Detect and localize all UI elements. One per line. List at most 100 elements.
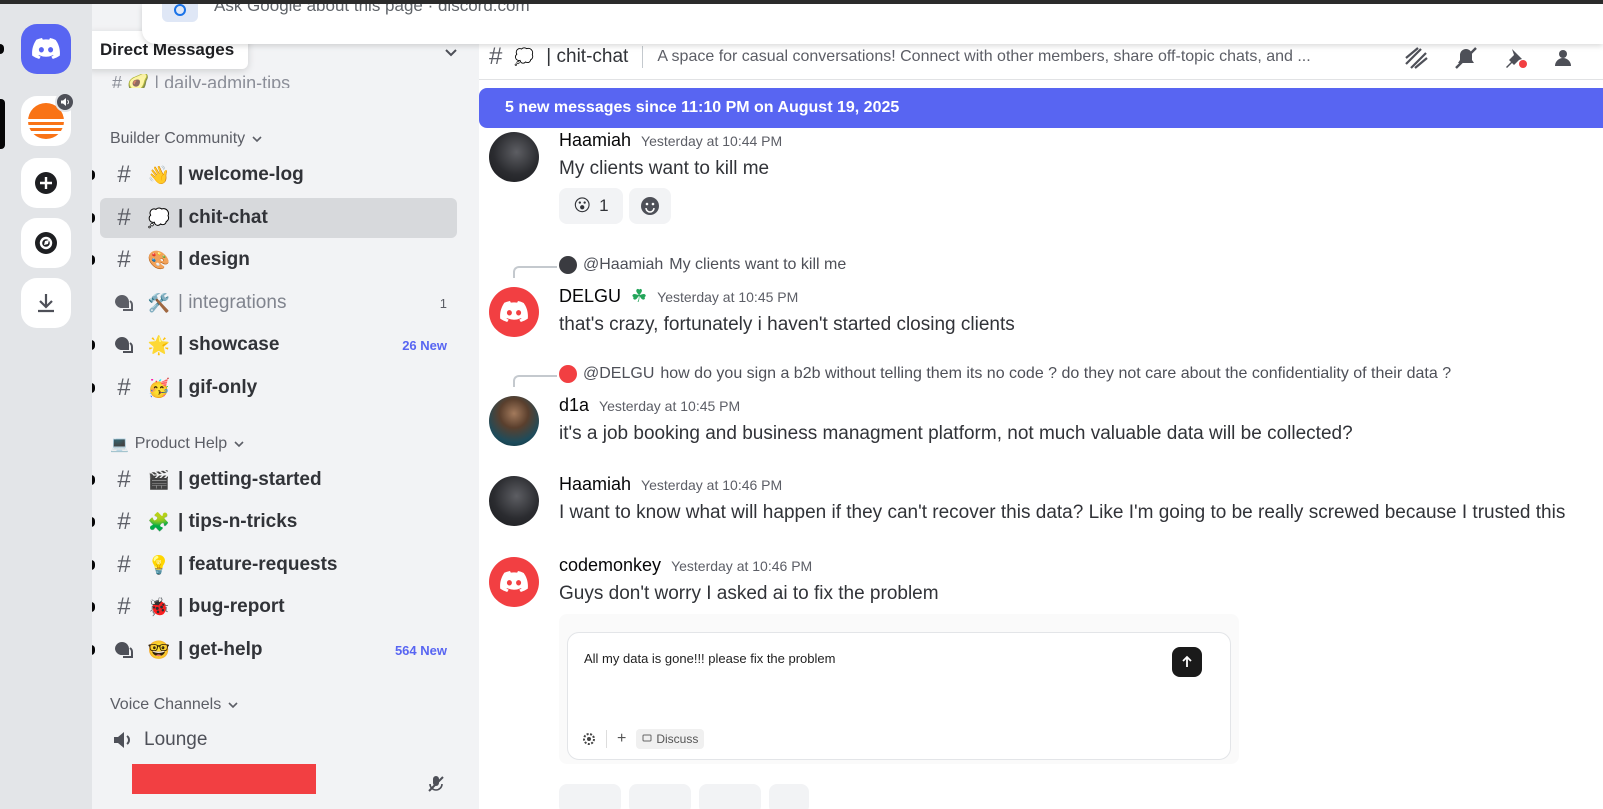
download-apps-button[interactable] — [21, 278, 71, 328]
reaction-surprised[interactable]: 😮 1 — [559, 188, 623, 224]
category-product-help[interactable]: 💻 Product Help — [110, 435, 245, 453]
discord-window: Direct Messages # 🥑 | daily-admin-tips B… — [0, 4, 1603, 809]
reply-connector — [513, 266, 557, 278]
category-builder-community[interactable]: Builder Community — [110, 130, 263, 148]
voice-channel-lounge[interactable]: Lounge — [112, 729, 207, 751]
text-channel-icon: # — [117, 593, 131, 620]
category-voice-channels[interactable]: Voice Channels — [110, 696, 239, 714]
author-name[interactable]: Haamiah — [559, 474, 631, 495]
channel-get-help[interactable]: 🤓 | get-help 564 New — [92, 630, 457, 670]
channel-chit-chat[interactable]: # 💭 | chit-chat — [92, 198, 457, 238]
browser-ask-google-bar[interactable]: Ask Google about this page · discord.com — [142, 4, 1603, 44]
channel-getting-started[interactable]: # 🎬 | getting-started — [92, 460, 457, 500]
channel-name: | gif-only — [178, 377, 258, 398]
channel-title: | chit-chat — [546, 45, 629, 67]
channel-feature-requests[interactable]: # 💡 | feature-requests — [92, 545, 457, 585]
reply-avatar — [559, 256, 577, 274]
forum-channel-icon — [104, 292, 144, 314]
channel-name: | get-help — [178, 639, 263, 660]
text-channel-icon: # — [117, 161, 131, 188]
channel-name: | welcome-log — [178, 164, 304, 185]
message-header: Haamiah Yesterday at 10:46 PM — [559, 474, 782, 495]
author-name[interactable]: codemonkey — [559, 555, 661, 576]
unread-count-badge: 1 — [439, 295, 447, 311]
laptop-icon: 💻 — [110, 436, 129, 453]
new-messages-banner[interactable]: 5 new messages since 11:10 PM on August … — [479, 88, 1603, 128]
timestamp: Yesterday at 10:45 PM — [599, 398, 741, 414]
direct-messages-button[interactable] — [21, 24, 71, 74]
unread-indicator — [92, 340, 95, 350]
reply-text: My clients want to kill me — [669, 256, 847, 273]
message-text: that's crazy, fortunately i haven't star… — [559, 314, 1015, 335]
member-list-icon[interactable] — [1553, 46, 1579, 75]
text-channel-icon: # — [117, 508, 131, 535]
plus-icon: + — [617, 730, 627, 747]
channel-emoji: 🎨 — [147, 249, 171, 270]
smiley-icon — [641, 197, 659, 215]
author-name[interactable]: d1a — [559, 395, 589, 416]
channel-emoji: 🎬 — [147, 469, 171, 490]
channel-emoji: 🐞 — [147, 596, 171, 617]
channel-name: | showcase — [178, 334, 280, 355]
threads-icon[interactable] — [1403, 46, 1429, 75]
author-name[interactable]: Haamiah — [559, 130, 631, 151]
pinned-messages-icon[interactable] — [1503, 46, 1529, 75]
channel-showcase[interactable]: 🌟 | showcase 26 New — [92, 325, 457, 365]
channel-emoji: 💭 — [147, 207, 171, 228]
reply-avatar — [559, 365, 577, 383]
reaction-pill[interactable] — [769, 784, 809, 809]
message-text: My clients want to kill me — [559, 158, 770, 179]
message-header: d1a Yesterday at 10:45 PM — [559, 395, 740, 416]
channel-topic[interactable]: A space for casual conversations! Connec… — [657, 48, 1357, 66]
text-channel-icon: # — [117, 551, 131, 578]
reaction-emoji: 😮 — [573, 196, 592, 215]
channel-design[interactable]: # 🎨 | design — [92, 240, 457, 280]
text-channel-icon: # — [489, 42, 503, 70]
avatar[interactable] — [489, 287, 539, 337]
new-posts-badge: 564 New — [394, 642, 447, 658]
server-icon-sunset[interactable] — [21, 92, 75, 146]
channel-daily-admin-tips[interactable]: # 🥑 | daily-admin-tips — [112, 74, 290, 88]
notification-bell-muted-icon[interactable] — [1453, 46, 1479, 75]
avatar[interactable] — [489, 476, 539, 526]
message-header: Haamiah Yesterday at 10:44 PM — [559, 130, 782, 151]
server-menu-chevron-icon[interactable] — [443, 44, 459, 65]
add-server-button[interactable] — [21, 158, 71, 208]
add-reaction-button[interactable] — [629, 188, 671, 224]
discover-button[interactable] — [21, 218, 71, 268]
channel-gif-only[interactable]: # 🥳 | gif-only — [92, 368, 457, 408]
channel-emoji: 💡 — [147, 554, 171, 575]
unread-indicator — [92, 645, 95, 655]
reply-connector — [513, 375, 557, 387]
avatar[interactable] — [489, 396, 539, 446]
reply-preview[interactable]: @DELGU how do you sign a b2b without tel… — [559, 365, 1451, 383]
reply-mention: @DELGU — [583, 365, 655, 382]
reaction-pill[interactable] — [559, 784, 621, 809]
unread-indicator — [92, 517, 95, 527]
rail-indicator — [0, 44, 4, 54]
category-label: Builder Community — [110, 130, 246, 147]
message-header: DELGU ☘ Yesterday at 10:45 PM — [559, 286, 798, 307]
avatar[interactable] — [489, 557, 539, 607]
channel-emoji: 🛠️ — [147, 292, 171, 313]
send-arrow-icon — [1172, 647, 1202, 677]
forum-channel-icon — [104, 639, 144, 661]
reaction-pill[interactable] — [699, 784, 761, 809]
unread-indicator — [92, 475, 95, 485]
reply-preview[interactable]: @Haamiah My clients want to kill me — [559, 256, 846, 274]
channel-welcome-log[interactable]: # 👋 | welcome-log — [92, 155, 457, 195]
reaction-count: 1 — [599, 196, 609, 215]
microphone-muted-icon[interactable] — [426, 774, 446, 799]
download-icon — [38, 294, 54, 313]
channel-integrations[interactable]: 🛠️ | integrations 1 — [100, 283, 457, 323]
avatar[interactable] — [489, 132, 539, 182]
category-label: Product Help — [134, 435, 228, 452]
channel-bug-report[interactable]: # 🐞 | bug-report — [92, 587, 457, 627]
speaker-badge-icon — [55, 92, 75, 112]
reaction-pill[interactable] — [629, 784, 691, 809]
channel-emoji: 💭 — [514, 48, 535, 66]
author-name[interactable]: DELGU — [559, 286, 621, 307]
timestamp: Yesterday at 10:46 PM — [641, 477, 783, 493]
channel-tips-n-tricks[interactable]: # 🧩 | tips-n-tricks — [92, 502, 457, 542]
message-text: it's a job booking and business managmen… — [559, 423, 1353, 444]
